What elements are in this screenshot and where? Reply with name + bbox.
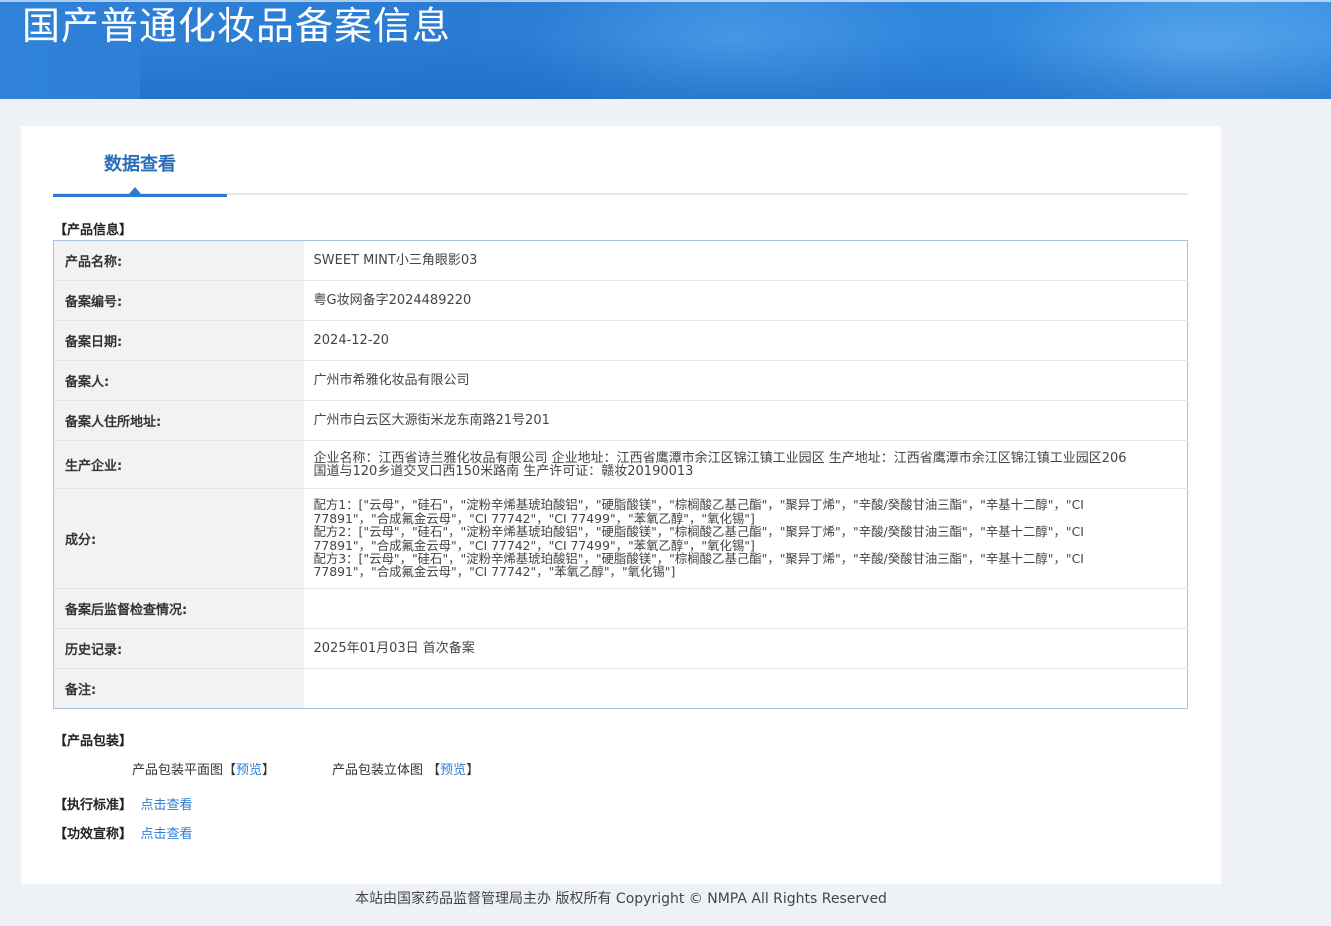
row-label: 历史记录:: [53, 628, 304, 669]
tab-caret-icon: [129, 187, 141, 194]
row-value: 广州市希雅化妆品有限公司: [303, 360, 1188, 401]
header-banner: 国产普通化妆品备案信息: [0, 0, 1331, 99]
packaging-flat-label: 产品包装平面图: [132, 763, 224, 778]
table-row: 备案后监督检查情况:: [53, 588, 1188, 629]
bracket-open: 【: [223, 763, 237, 778]
row-label: 成分:: [53, 488, 304, 589]
standard-view-link[interactable]: 点击查看: [141, 798, 193, 813]
tab-label: 数据查看: [104, 154, 176, 175]
tab-bar: 数据查看: [53, 126, 1188, 197]
table-row: 产品名称: SWEET MINT小三角眼影03: [53, 240, 1188, 281]
table-row: 备案编号: 粤G妆网备字2024489220: [53, 280, 1188, 321]
row-value: [303, 588, 1188, 629]
row-label: 备案后监督检查情况:: [53, 588, 304, 629]
row-value: 广州市白云区大源街米龙东南路21号201: [303, 400, 1188, 441]
row-value: SWEET MINT小三角眼影03: [303, 240, 1188, 281]
row-value: 粤G妆网备字2024489220: [303, 280, 1188, 321]
section-title-product-info: 【产品信息】: [54, 223, 133, 238]
bracket-open: 【: [427, 763, 441, 778]
packaging-flat: 产品包装平面图【预览】: [132, 763, 275, 779]
section-standard: 【执行标准】 点击查看: [54, 798, 193, 814]
section-title-packaging: 【产品包装】: [54, 734, 133, 749]
table-row: 备案日期: 2024-12-20: [53, 320, 1188, 361]
row-label: 备案人:: [53, 360, 304, 401]
row-label: 备案编号:: [53, 280, 304, 321]
preview-flat-link[interactable]: 预览: [236, 763, 262, 778]
table-row: 成分: 配方1：["云母"，"硅石"，"淀粉辛烯基琥珀酸铝"，"硬脂酸镁"，"棕…: [53, 488, 1188, 589]
table-row: 备注:: [53, 668, 1188, 709]
bracket-close: 】: [466, 763, 480, 778]
row-label: 产品名称:: [53, 240, 304, 281]
product-info-table: 产品名称: SWEET MINT小三角眼影03 备案编号: 粤G妆网备字2024…: [53, 240, 1188, 709]
row-value: 企业名称：江西省诗兰雅化妆品有限公司 企业地址：江西省鹰潭市余江区锦江镇工业园区…: [303, 440, 1188, 489]
row-label: 备注:: [53, 668, 304, 709]
footer-copyright: 本站由国家药品监督管理局主办 版权所有 Copyright © NMPA All…: [355, 891, 887, 907]
table-row: 备案人: 广州市希雅化妆品有限公司: [53, 360, 1188, 401]
section-efficacy: 【功效宣称】 点击查看: [54, 827, 193, 843]
section-title-standard: 【执行标准】: [54, 798, 133, 813]
banner-top-line: [0, 0, 1331, 2]
section-title-efficacy: 【功效宣称】: [54, 827, 133, 842]
efficacy-view-link[interactable]: 点击查看: [141, 827, 193, 842]
banner-band: [140, 40, 1331, 99]
tab-data-view[interactable]: 数据查看: [53, 126, 227, 197]
table-row: 生产企业: 企业名称：江西省诗兰雅化妆品有限公司 企业地址：江西省鹰潭市余江区锦…: [53, 440, 1188, 489]
preview-solid-link[interactable]: 预览: [440, 763, 466, 778]
row-value: 配方1：["云母"，"硅石"，"淀粉辛烯基琥珀酸铝"，"硬脂酸镁"，"棕榈酸乙基…: [303, 488, 1188, 589]
content-card: 数据查看 【产品信息】 产品名称: SWEET MINT小三角眼影03 备案编号…: [21, 126, 1221, 884]
tab-active-indicator: [53, 194, 227, 197]
packaging-solid: 产品包装立体图 【预览】: [332, 763, 479, 779]
row-label: 备案人住所地址:: [53, 400, 304, 441]
row-label: 备案日期:: [53, 320, 304, 361]
row-label: 生产企业:: [53, 440, 304, 489]
packaging-solid-label: 产品包装立体图: [332, 763, 424, 778]
page-title: 国产普通化妆品备案信息: [22, 4, 452, 48]
row-value: 2024-12-20: [303, 320, 1188, 361]
row-value: 2025年01月03日 首次备案: [303, 628, 1188, 669]
row-value: [304, 669, 1188, 709]
table-row: 历史记录: 2025年01月03日 首次备案: [53, 628, 1188, 669]
bracket-close: 】: [262, 763, 276, 778]
table-row: 备案人住所地址: 广州市白云区大源街米龙东南路21号201: [53, 400, 1188, 441]
